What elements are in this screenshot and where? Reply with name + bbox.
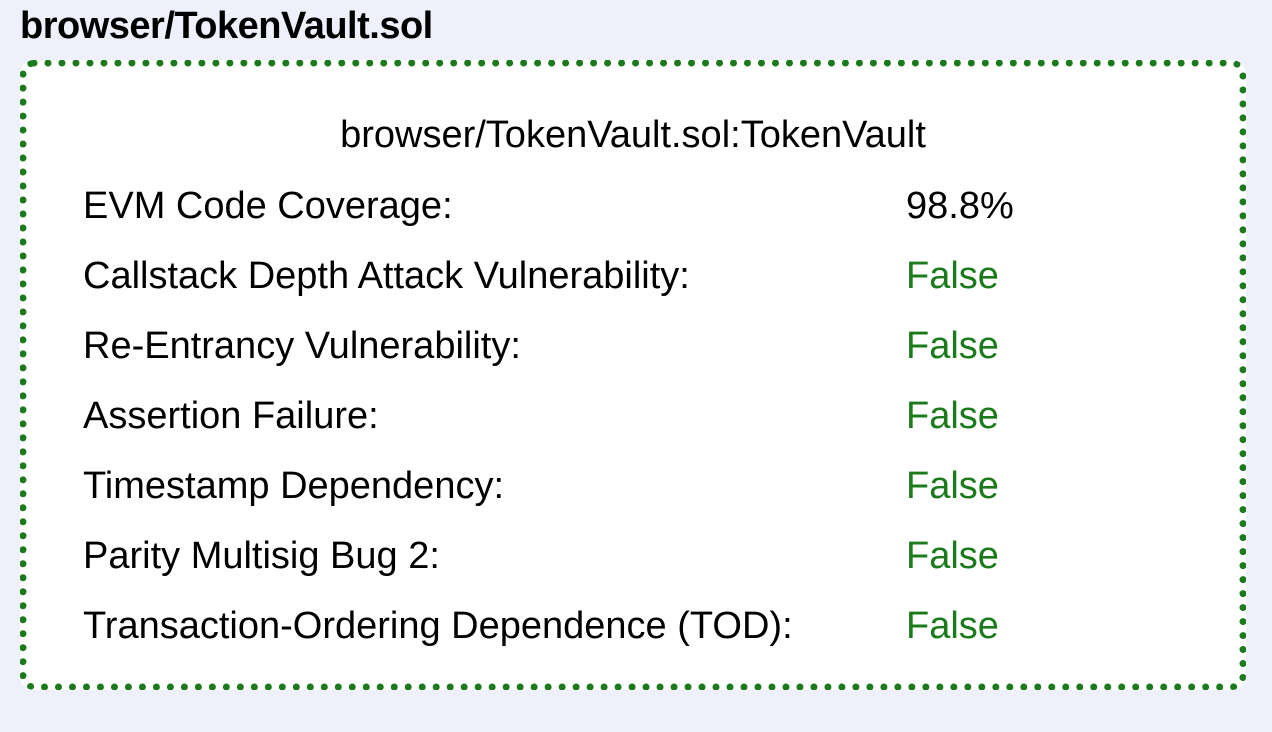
result-row-callstack-depth: Callstack Depth Attack Vulnerability: Fa… — [83, 241, 1183, 311]
result-value: False — [906, 394, 999, 437]
result-row-parity-multisig: Parity Multisig Bug 2: False — [83, 521, 1183, 591]
result-label: EVM Code Coverage: — [83, 184, 453, 227]
result-label: Parity Multisig Bug 2: — [83, 534, 440, 577]
file-name-heading: browser/TokenVault.sol — [20, 5, 433, 47]
result-label: Timestamp Dependency: — [83, 464, 505, 507]
result-label: Assertion Failure: — [83, 394, 379, 437]
result-value: 98.8% — [906, 184, 1014, 227]
results-list: EVM Code Coverage: 98.8% Callstack Depth… — [83, 171, 1183, 661]
result-row-evm-coverage: EVM Code Coverage: 98.8% — [83, 171, 1183, 241]
contract-title: browser/TokenVault.sol:TokenVault — [340, 114, 926, 156]
result-value: False — [906, 534, 999, 577]
result-row-timestamp-dependency: Timestamp Dependency: False — [83, 451, 1183, 521]
result-value: False — [906, 254, 999, 297]
result-label: Re-Entrancy Vulnerability: — [83, 324, 521, 367]
result-value: False — [906, 604, 999, 647]
result-label: Transaction-Ordering Dependence (TOD): — [83, 604, 793, 647]
analysis-report-card: browser/TokenVault.sol:TokenVault EVM Co… — [20, 60, 1246, 690]
result-row-assertion-failure: Assertion Failure: False — [83, 381, 1183, 451]
result-label: Callstack Depth Attack Vulnerability: — [83, 254, 690, 297]
result-value: False — [906, 324, 999, 367]
result-value: False — [906, 464, 999, 507]
result-row-tod: Transaction-Ordering Dependence (TOD): F… — [83, 591, 1183, 661]
result-row-reentrancy: Re-Entrancy Vulnerability: False — [83, 311, 1183, 381]
analysis-page: browser/TokenVault.sol browser/TokenVaul… — [0, 0, 1272, 732]
